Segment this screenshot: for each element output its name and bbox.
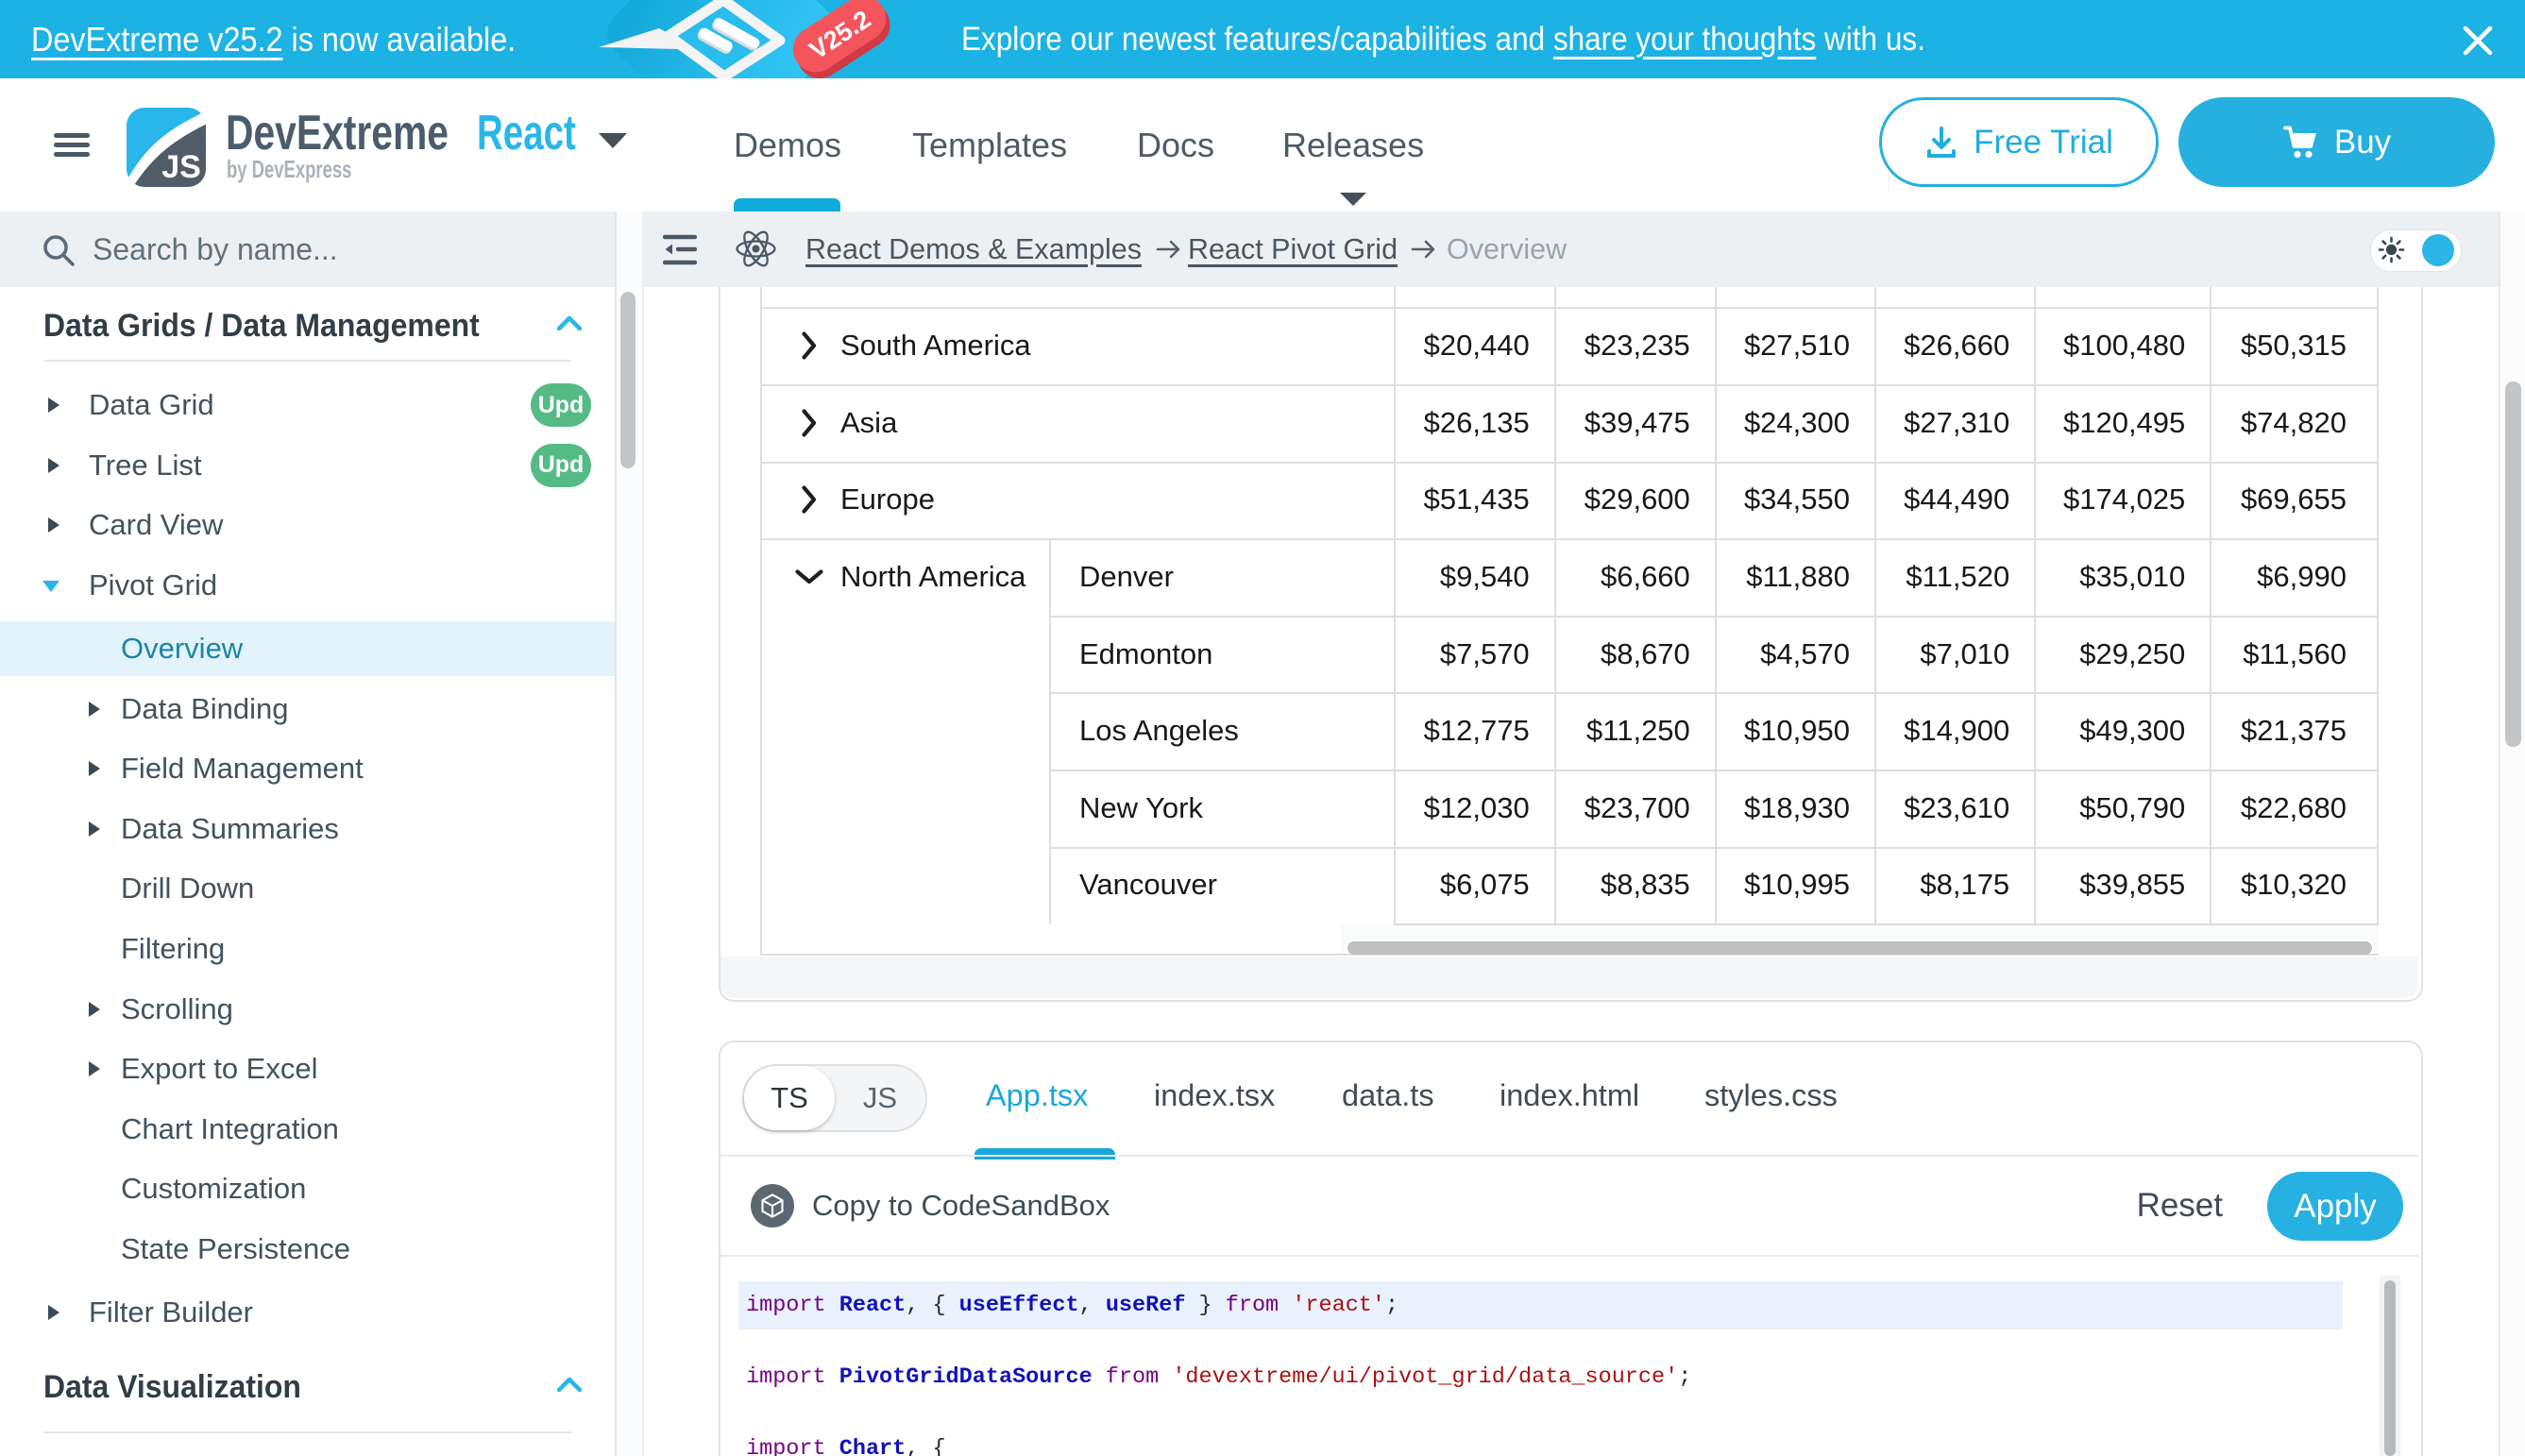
svg-text:JS: JS bbox=[161, 149, 201, 185]
